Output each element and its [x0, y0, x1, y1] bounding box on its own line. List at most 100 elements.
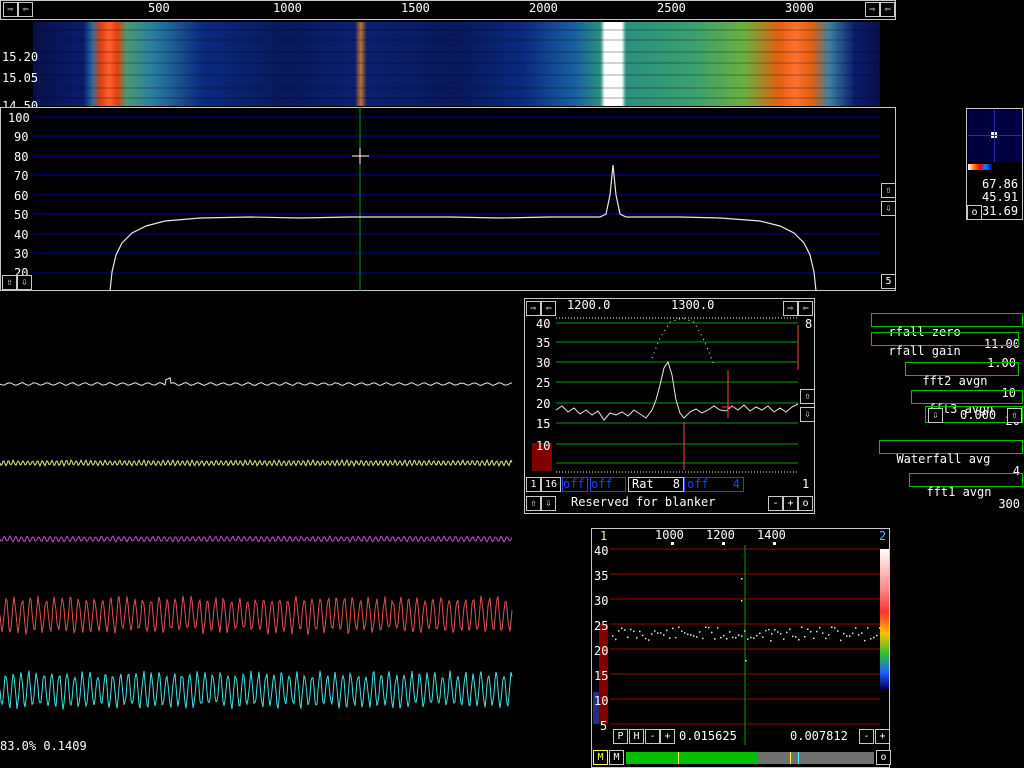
fft3-o-button[interactable]: o	[876, 750, 891, 765]
fft3-point	[780, 633, 782, 635]
fft3-point	[702, 637, 704, 640]
fft3-point	[855, 627, 857, 629]
fft3-point	[645, 637, 647, 640]
fft3-point	[642, 634, 644, 637]
fft3-point	[672, 627, 674, 630]
fft3-point	[705, 626, 707, 628]
fft3-point	[744, 630, 746, 632]
fft3-point	[708, 626, 710, 629]
fft3-plus2-button[interactable]: +	[875, 729, 890, 744]
fft3-point	[690, 634, 692, 636]
fft3-point	[770, 640, 772, 642]
fft3-plus-button[interactable]: +	[660, 729, 675, 744]
fft3-point	[873, 636, 875, 639]
fft3-y-label: 30	[594, 594, 609, 608]
fft3-graph	[593, 542, 889, 745]
fft3-point	[741, 600, 743, 602]
fft3-point	[858, 634, 860, 636]
fft3-point	[852, 632, 854, 635]
fft3-point	[612, 635, 614, 637]
fft3-point	[762, 636, 764, 638]
fft3-y-label: 10	[594, 694, 609, 708]
fft3-point	[729, 631, 731, 633]
fft3-point	[759, 632, 761, 635]
fft3-point	[687, 633, 689, 636]
fft3-point	[675, 636, 677, 639]
fft3-y-label: 25	[594, 619, 609, 633]
fft3-point	[678, 626, 680, 628]
fft3-point	[876, 634, 878, 637]
fft3-point	[867, 627, 869, 629]
fft3-point	[777, 631, 779, 633]
fft3-point	[822, 632, 824, 634]
fft3-point	[657, 632, 659, 634]
fft3-point	[717, 627, 719, 629]
fft3-point	[699, 631, 701, 633]
fft3-point	[669, 637, 671, 639]
fft3-point	[813, 637, 815, 640]
fft3-point	[666, 629, 668, 632]
fft3-point	[738, 634, 740, 636]
fft3-point	[840, 639, 842, 642]
fft3-point	[654, 630, 656, 632]
fft3-point	[745, 660, 747, 662]
fft3-point	[732, 636, 734, 639]
fft3-point	[615, 638, 617, 641]
fft3-point	[786, 631, 788, 634]
fft3-point	[648, 639, 650, 641]
fft3-point	[771, 633, 773, 635]
fft3-point	[633, 630, 635, 633]
fft3-point	[714, 638, 716, 640]
fft3-point	[696, 636, 698, 638]
fft3-point	[636, 637, 638, 639]
fft3-point	[819, 626, 821, 629]
fft3-point	[747, 638, 749, 640]
fft3-level-marker	[678, 752, 679, 764]
fft3-point	[849, 635, 851, 637]
fft3-point	[831, 626, 833, 628]
fft3-point	[621, 627, 623, 629]
fft3-minus2-button[interactable]: -	[859, 729, 874, 744]
fft3-point	[816, 630, 818, 633]
fft3-point	[810, 631, 812, 633]
fft3-point	[726, 638, 728, 640]
fft3-point	[834, 627, 836, 629]
fft3-point	[843, 632, 845, 635]
fft3-point	[789, 628, 791, 630]
fft3-point	[750, 636, 752, 639]
fft3-point	[627, 636, 629, 639]
fft3-h-button[interactable]: H	[629, 729, 644, 744]
fft3-point	[720, 636, 722, 639]
fft3-point	[681, 630, 683, 632]
fft3-point	[630, 628, 632, 631]
fft3-level-marker	[790, 752, 791, 764]
fft3-m1-button[interactable]: M	[593, 750, 608, 765]
fft3-point	[879, 627, 881, 629]
fft3-y-label: 40	[594, 544, 609, 558]
fft3-point	[756, 634, 758, 637]
fft3-point	[684, 632, 686, 634]
fft3-point	[846, 635, 848, 637]
fft3-left-value: 0.015625	[679, 729, 737, 743]
fft3-m2-button[interactable]: M	[609, 750, 624, 765]
fft3-point	[723, 634, 725, 637]
fft3-y-label: 35	[594, 569, 609, 583]
fft3-point	[741, 578, 743, 580]
fft3-point	[660, 632, 662, 634]
fft3-point	[651, 633, 653, 635]
fft3-point	[792, 635, 794, 638]
fft3-point	[735, 637, 737, 639]
fft3-level-bar	[626, 752, 874, 764]
fft3-point	[870, 638, 872, 640]
fft3-minus-button[interactable]: -	[645, 729, 660, 744]
fft3-point	[774, 629, 776, 631]
fft3-point	[753, 637, 755, 639]
fft3-point	[828, 634, 830, 636]
fft3-y-label: 20	[594, 644, 609, 658]
fft3-point	[663, 634, 665, 636]
fft3-point	[825, 637, 827, 640]
fft3-p-button[interactable]: P	[613, 729, 628, 744]
fft3-point	[795, 636, 797, 638]
fft3-point	[801, 626, 803, 628]
fft3-point	[783, 638, 785, 640]
